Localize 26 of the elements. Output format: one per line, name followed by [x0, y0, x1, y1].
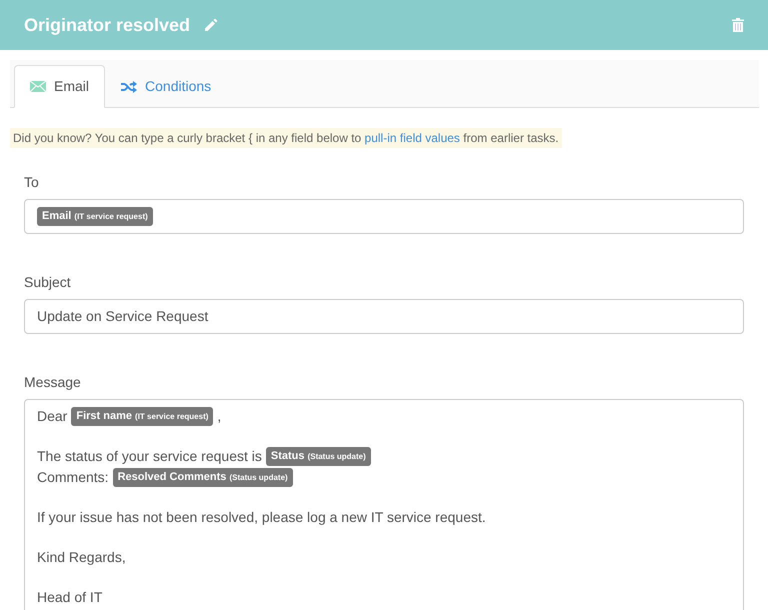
message-field[interactable]: [24, 399, 744, 610]
shuffle-icon: [121, 80, 138, 92]
field-tag: First name (IT service request): [71, 407, 214, 426]
field-label: Subject: [24, 273, 72, 292]
pull-in-link[interactable]: pull-in field values: [364, 131, 460, 145]
field-label: Message: [24, 373, 82, 392]
tab[interactable]: Conditions: [105, 65, 228, 108]
message-text: If your issue has not been resolved, please log a new IT service request.: [37, 508, 486, 527]
field-label: To: [24, 173, 40, 192]
tip-text: Did you know? You can type a curly bracket { in any field below to pull-in field values from earlier tasks.: [10, 128, 562, 148]
subject-field[interactable]: Update on Service Request: [24, 299, 744, 334]
edit-icon[interactable]: [204, 18, 218, 32]
field-tag: Status (Status update): [266, 447, 371, 466]
field-tag: Resolved Comments (Status update): [112, 468, 293, 487]
to-field[interactable]: Email (IT service request): [24, 199, 744, 234]
trash-icon[interactable]: [732, 18, 744, 32]
tab[interactable]: Email: [14, 65, 106, 108]
message-text: Head of IT: [37, 588, 102, 607]
message-text: Comments:: [37, 468, 109, 487]
task-title: Originator resolved: [24, 14, 190, 37]
message-text: ,: [217, 407, 222, 426]
field-tag: Email (IT service request): [37, 207, 153, 226]
message-text: The status of your service request is: [37, 447, 262, 466]
envelope-icon: [30, 81, 46, 92]
message-text: Kind Regards,: [37, 548, 126, 567]
message-text: Dear: [37, 407, 68, 426]
